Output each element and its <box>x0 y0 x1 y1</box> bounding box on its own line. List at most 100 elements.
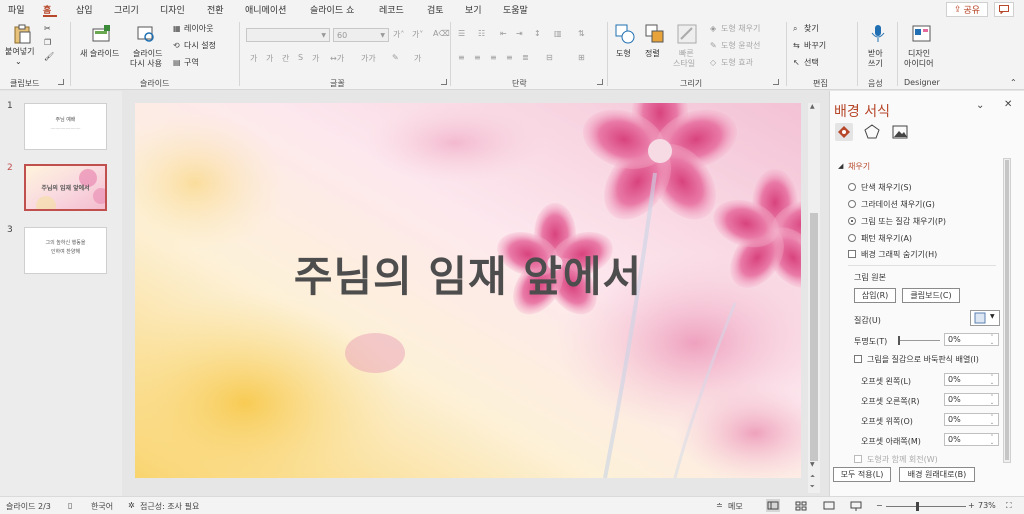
strikethrough-icon[interactable]: 가 <box>312 53 319 64</box>
quick-styles-label-2[interactable]: 스타일 <box>673 59 695 69</box>
reading-view-button[interactable] <box>822 499 836 512</box>
tab-help[interactable]: 도움말 <box>503 3 528 16</box>
share-button[interactable]: ⇪ 공유 <box>946 2 988 17</box>
tab-transitions[interactable]: 전환 <box>207 3 224 16</box>
hide-graphics-label[interactable]: 배경 그래픽 숨기기(H) <box>861 249 937 260</box>
collapse-ribbon-icon[interactable]: ⌃ <box>1010 78 1017 88</box>
paragraph-launcher-icon[interactable] <box>597 79 603 85</box>
tab-record[interactable]: 레코드 <box>379 3 404 16</box>
char-spacing-icon[interactable]: ↔가 <box>330 53 344 64</box>
slide-sorter-button[interactable] <box>794 499 808 512</box>
slideshow-button[interactable] <box>849 499 863 512</box>
rotate-with-shape-checkbox[interactable] <box>854 455 862 463</box>
font-size-combo[interactable]: 60 ▼ <box>333 28 389 42</box>
collapse-icon[interactable]: ◢ <box>838 162 843 170</box>
change-case-icon[interactable]: 가가 <box>361 53 376 64</box>
font-launcher-icon[interactable] <box>441 79 447 85</box>
normal-view-button[interactable] <box>766 499 780 512</box>
font-name-combo[interactable]: ▼ <box>246 28 330 42</box>
spelling-icon[interactable]: ▯ <box>68 501 72 510</box>
reset-background-button[interactable]: 배경 원래대로(B) <box>899 467 975 482</box>
notes-button[interactable]: 메모 <box>728 501 743 512</box>
pattern-fill-label[interactable]: 패턴 채우기(A) <box>861 233 912 244</box>
tab-file[interactable]: 파일 <box>8 3 25 16</box>
distribute-icon[interactable]: ≣ <box>522 53 529 62</box>
section-button[interactable]: 구역 <box>184 58 199 68</box>
scrollbar-thumb[interactable] <box>1005 160 1009 460</box>
text-direction-icon[interactable]: ⇅ <box>578 29 585 38</box>
slide-thumbnail-3[interactable]: 그의 높하신 행동을 인하여 찬양해 <box>24 227 107 274</box>
reset-button[interactable]: 다시 설정 <box>184 41 216 51</box>
tab-animations[interactable]: 애니메이션 <box>245 3 286 16</box>
dictate-label-2[interactable]: 쓰기 <box>868 59 883 69</box>
quick-styles-label-1[interactable]: 빠른 <box>679 49 694 59</box>
zoom-slider-handle[interactable] <box>916 502 919 511</box>
reuse-slides-label-1[interactable]: 슬라이드 <box>133 49 162 59</box>
transparency-slider[interactable] <box>898 340 940 341</box>
slide-thumbnail-1[interactable]: 주님 예배 —————— <box>24 103 107 150</box>
zoom-out-icon[interactable]: − <box>876 501 883 510</box>
tab-insert[interactable]: 삽입 <box>76 3 93 16</box>
shadow-icon[interactable]: S <box>298 53 303 62</box>
decrease-indent-icon[interactable]: ⇤ <box>500 29 507 38</box>
design-ideas-label-1[interactable]: 디자인 <box>908 49 930 59</box>
font-color-icon[interactable]: 가 <box>414 53 421 64</box>
apply-to-all-button[interactable]: 모두 적용(L) <box>833 467 891 482</box>
gradient-fill-label[interactable]: 그라데이션 채우기(G) <box>861 199 935 210</box>
pattern-fill-radio[interactable] <box>848 234 856 242</box>
offset-left-spinner[interactable]: 0% <box>944 373 999 386</box>
fit-to-window-icon[interactable]: ⛶ <box>1006 501 1012 511</box>
align-center-icon[interactable]: ≡ <box>474 53 481 62</box>
paste-button[interactable]: 붙여넣기 <box>5 47 34 57</box>
close-icon[interactable]: ✕ <box>1004 99 1012 110</box>
effects-tab[interactable] <box>863 123 881 141</box>
underline-icon[interactable]: 간 <box>282 53 289 64</box>
shape-effects-button[interactable]: 도형 효과 <box>721 58 753 68</box>
grow-font-icon[interactable]: 가˄ <box>393 29 404 40</box>
reuse-slides-label-2[interactable]: 다시 사용 <box>130 59 162 69</box>
fill-tab[interactable] <box>835 123 853 141</box>
dictate-label-1[interactable]: 받아 <box>868 49 883 59</box>
gradient-fill-radio[interactable] <box>848 200 856 208</box>
drawing-launcher-icon[interactable] <box>773 79 779 85</box>
justify-icon[interactable]: ≡ <box>506 53 513 62</box>
zoom-in-icon[interactable]: + <box>968 501 975 510</box>
align-text-icon[interactable]: ⊟ <box>546 53 553 62</box>
cut-icon[interactable]: ✂ <box>44 24 51 33</box>
picture-tab[interactable] <box>891 123 909 141</box>
hide-graphics-checkbox[interactable] <box>848 250 856 258</box>
slider-handle[interactable] <box>898 336 900 345</box>
align-right-icon[interactable]: ≡ <box>490 53 497 62</box>
tab-design[interactable]: 디자인 <box>160 3 185 16</box>
shrink-font-icon[interactable]: 가˅ <box>412 29 423 40</box>
tab-view[interactable]: 보기 <box>465 3 482 16</box>
smartart-icon[interactable]: ⊞ <box>578 53 585 62</box>
clear-format-icon[interactable]: A⌫ <box>433 29 450 38</box>
solid-fill-label[interactable]: 단색 채우기(S) <box>861 182 912 193</box>
shape-outline-button[interactable]: 도형 윤곽선 <box>721 41 760 51</box>
picture-fill-radio[interactable] <box>848 217 856 225</box>
scroll-up-icon[interactable]: ▲ <box>810 103 815 110</box>
numbering-icon[interactable]: ☷ <box>478 29 485 38</box>
design-ideas-label-2[interactable]: 아이디어 <box>904 59 933 69</box>
shapes-button[interactable]: 도형 <box>616 49 631 59</box>
select-button[interactable]: 선택 <box>804 58 819 68</box>
shape-fill-button[interactable]: 도형 채우기 <box>721 24 760 34</box>
scrollbar-thumb[interactable] <box>810 213 818 461</box>
italic-icon[interactable]: 가 <box>266 53 273 64</box>
clipboard-launcher-icon[interactable] <box>58 79 64 85</box>
language-status[interactable]: 한국어 <box>91 501 113 512</box>
offset-bottom-spinner[interactable]: 0% <box>944 433 999 446</box>
pane-scrollbar[interactable] <box>1003 158 1011 463</box>
solid-fill-radio[interactable] <box>848 183 856 191</box>
format-painter-icon[interactable]: 🖌 <box>44 52 54 61</box>
transparency-spinner[interactable]: 0% <box>944 333 999 346</box>
bold-icon[interactable]: 가 <box>250 53 257 64</box>
next-slide-icon[interactable]: ⏷ <box>810 483 815 491</box>
offset-top-spinner[interactable]: 0% <box>944 413 999 426</box>
tab-review[interactable]: 검토 <box>427 3 444 16</box>
replace-button[interactable]: 바꾸기 <box>804 41 826 51</box>
zoom-level[interactable]: 73% <box>978 501 996 510</box>
align-left-icon[interactable]: ≡ <box>458 53 465 62</box>
increase-indent-icon[interactable]: ⇥ <box>516 29 523 38</box>
